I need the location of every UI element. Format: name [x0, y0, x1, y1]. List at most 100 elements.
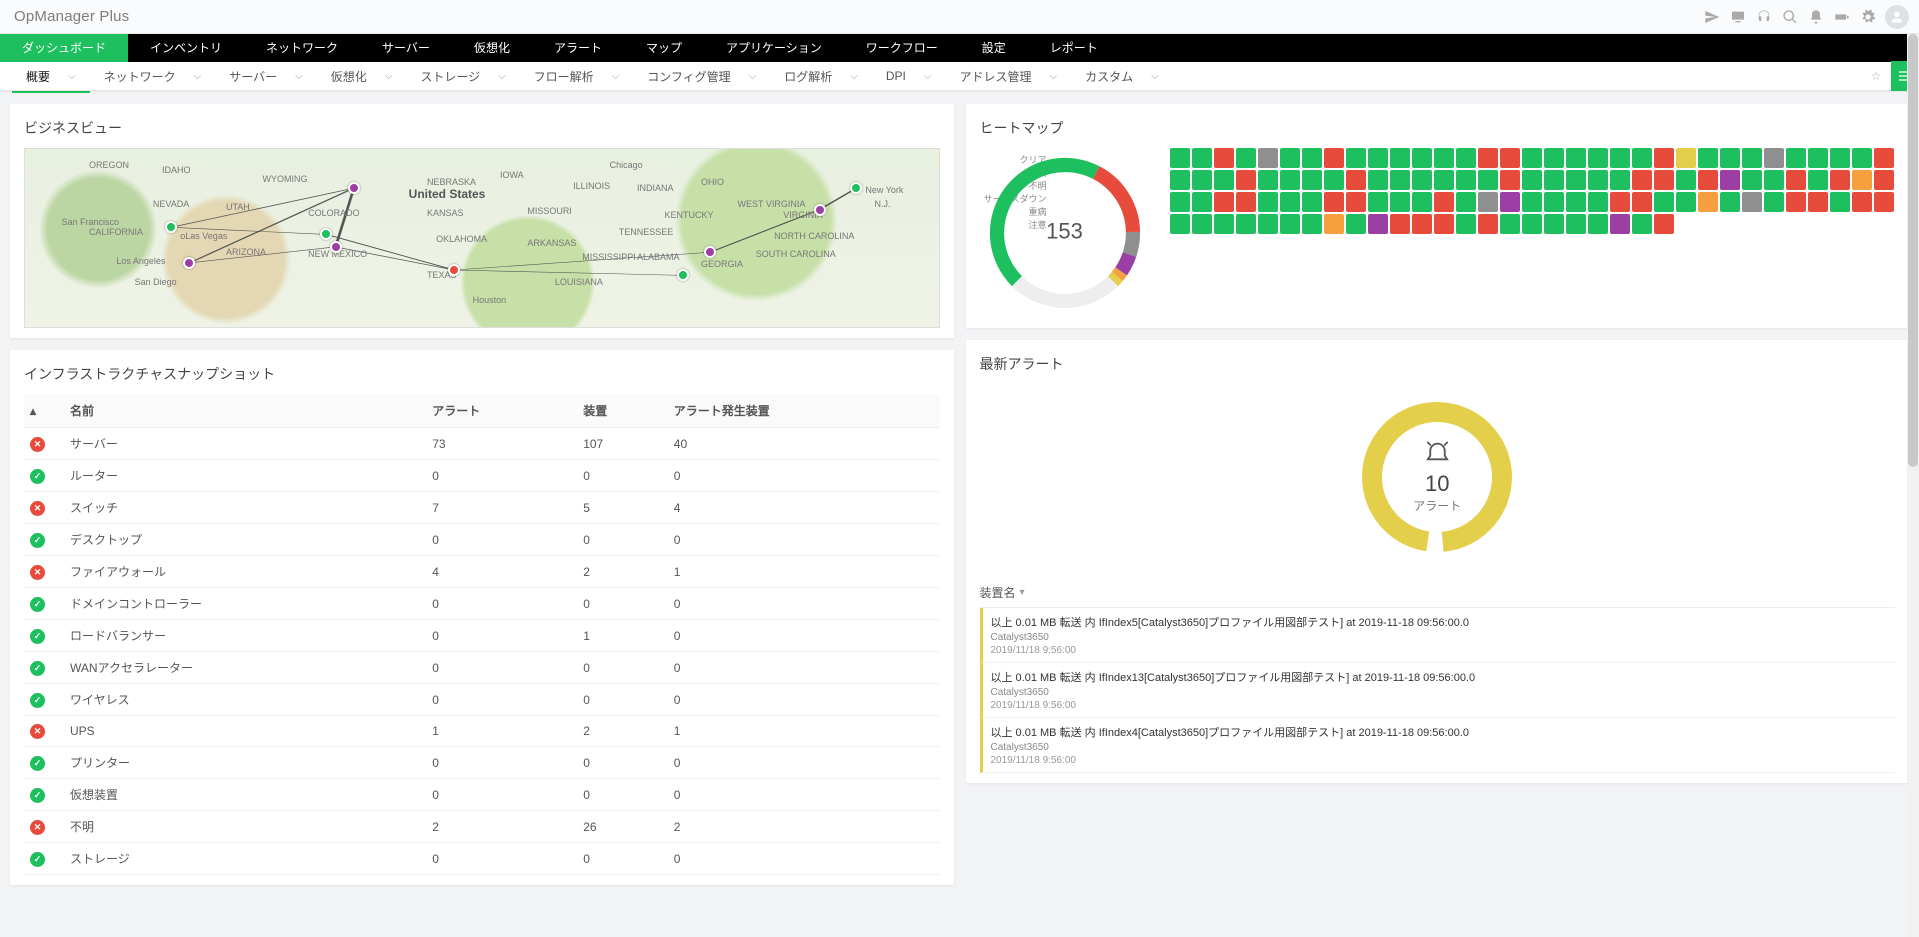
table-row[interactable]: ✕スイッチ754	[24, 492, 940, 524]
subnav-item[interactable]: アドレス管理⌵	[946, 61, 1072, 91]
heatmap-cell[interactable]	[1478, 170, 1498, 190]
heatmap-cell[interactable]	[1368, 148, 1388, 168]
heatmap-cell[interactable]	[1214, 214, 1234, 234]
heatmap-cell[interactable]	[1170, 192, 1190, 212]
heatmap-cell[interactable]	[1808, 192, 1828, 212]
heatmap-cell[interactable]	[1698, 192, 1718, 212]
heatmap-cell[interactable]	[1632, 148, 1652, 168]
subnav-item[interactable]: ネットワーク⌵	[90, 61, 216, 91]
heatmap-cell[interactable]	[1852, 192, 1872, 212]
alert-gauge[interactable]: 10 アラート	[980, 384, 1896, 578]
subnav-item[interactable]: ストレージ⌵	[406, 61, 519, 91]
heatmap-cell[interactable]	[1346, 148, 1366, 168]
heatmap-cell[interactable]	[1632, 192, 1652, 212]
heatmap-cell[interactable]	[1258, 148, 1278, 168]
heatmap-cell[interactable]	[1808, 170, 1828, 190]
heatmap-cell[interactable]	[1698, 148, 1718, 168]
map-node[interactable]	[348, 182, 360, 194]
heatmap-cell[interactable]	[1236, 214, 1256, 234]
heatmap-cell[interactable]	[1302, 170, 1322, 190]
col-status[interactable]: ▴	[24, 394, 64, 428]
col-alerts[interactable]: アラート	[426, 394, 577, 428]
heatmap-cell[interactable]	[1324, 170, 1344, 190]
heatmap-cell[interactable]	[1566, 148, 1586, 168]
col-alert-devices[interactable]: アラート発生装置	[668, 394, 940, 428]
heatmap-cell[interactable]	[1830, 148, 1850, 168]
mainnav-item[interactable]: ネットワーク	[244, 34, 360, 62]
mainnav-item[interactable]: インベントリ	[128, 34, 244, 62]
heatmap-cell[interactable]	[1544, 214, 1564, 234]
heatmap-cell[interactable]	[1588, 148, 1608, 168]
heatmap-cell[interactable]	[1170, 170, 1190, 190]
heatmap-cell[interactable]	[1236, 170, 1256, 190]
heatmap-cell[interactable]	[1412, 214, 1432, 234]
heatmap-cell[interactable]	[1654, 214, 1674, 234]
search-icon[interactable]	[1777, 0, 1803, 34]
heatmap-cell[interactable]	[1192, 148, 1212, 168]
table-row[interactable]: ✓ロードバランサー010	[24, 620, 940, 652]
table-row[interactable]: ✕UPS121	[24, 716, 940, 747]
heatmap-cell[interactable]	[1324, 148, 1344, 168]
heatmap-cell[interactable]	[1698, 170, 1718, 190]
heatmap-cell[interactable]	[1346, 170, 1366, 190]
heatmap-cell[interactable]	[1500, 214, 1520, 234]
map-node[interactable]	[330, 241, 342, 253]
subnav-item[interactable]: DPI⌵	[872, 61, 946, 91]
subnav-item[interactable]: フロー解析⌵	[520, 61, 634, 91]
subnav-item[interactable]: カスタム⌵	[1071, 61, 1173, 91]
heatmap-cell[interactable]	[1786, 170, 1806, 190]
heatmap-cell[interactable]	[1676, 148, 1696, 168]
mainnav-item[interactable]: ワークフロー	[844, 34, 960, 62]
heatmap-cell[interactable]	[1742, 170, 1762, 190]
battery-icon[interactable]	[1829, 0, 1855, 34]
col-name[interactable]: 名前	[64, 394, 426, 428]
heatmap-cell[interactable]	[1588, 170, 1608, 190]
heatmap-cell[interactable]	[1434, 192, 1454, 212]
bell-icon[interactable]	[1803, 0, 1829, 34]
heatmap-cell[interactable]	[1346, 214, 1366, 234]
mainnav-item[interactable]: アプリケーション	[704, 34, 844, 62]
heatmap-cell[interactable]	[1434, 170, 1454, 190]
heatmap-cell[interactable]	[1676, 192, 1696, 212]
table-row[interactable]: ✓仮想装置000	[24, 779, 940, 811]
heatmap-cell[interactable]	[1390, 192, 1410, 212]
heatmap-cell[interactable]	[1544, 148, 1564, 168]
heatmap-cell[interactable]	[1522, 192, 1542, 212]
table-row[interactable]: ✓ワイヤレス000	[24, 684, 940, 716]
alert-row[interactable]: 以上 0.01 MB 転送 内 IfIndex13[Catalyst3650]プ…	[980, 663, 1896, 718]
heatmap-cell[interactable]	[1500, 148, 1520, 168]
subnav-item[interactable]: サーバー⌵	[215, 61, 316, 91]
star-icon[interactable]: ☆	[1861, 61, 1891, 91]
col-devices[interactable]: 装置	[577, 394, 668, 428]
gear-icon[interactable]	[1855, 0, 1881, 34]
mainnav-item[interactable]: 設定	[960, 34, 1028, 62]
heatmap-cell[interactable]	[1434, 214, 1454, 234]
heatmap-cell[interactable]	[1434, 148, 1454, 168]
heatmap-cell[interactable]	[1236, 192, 1256, 212]
heatmap-gauge[interactable]: クリア重大不明サービスダウン重病注意 153	[980, 148, 1150, 318]
alert-row[interactable]: 以上 0.01 MB 転送 内 IfIndex4[Catalyst3650]プロ…	[980, 718, 1896, 773]
heatmap-cell[interactable]	[1500, 192, 1520, 212]
heatmap-cell[interactable]	[1610, 148, 1630, 168]
heatmap-cell[interactable]	[1390, 170, 1410, 190]
heatmap-cell[interactable]	[1764, 148, 1784, 168]
heatmap-cell[interactable]	[1720, 148, 1740, 168]
heatmap-cell[interactable]	[1214, 170, 1234, 190]
avatar[interactable]	[1885, 5, 1909, 29]
heatmap-cell[interactable]	[1786, 148, 1806, 168]
heatmap-cell[interactable]	[1764, 170, 1784, 190]
heatmap-cell[interactable]	[1280, 192, 1300, 212]
monitor-icon[interactable]	[1725, 0, 1751, 34]
heatmap-cell[interactable]	[1170, 214, 1190, 234]
heatmap-cell[interactable]	[1456, 192, 1476, 212]
mainnav-item[interactable]: ダッシュボード	[0, 34, 128, 62]
heatmap-cell[interactable]	[1588, 192, 1608, 212]
heatmap-cell[interactable]	[1214, 192, 1234, 212]
heatmap-cell[interactable]	[1720, 192, 1740, 212]
subnav-item[interactable]: 概要⌵	[12, 61, 90, 91]
heatmap-cell[interactable]	[1258, 192, 1278, 212]
table-row[interactable]: ✕不明2262	[24, 811, 940, 843]
heatmap-cell[interactable]	[1610, 170, 1630, 190]
heatmap-cell[interactable]	[1390, 148, 1410, 168]
support-icon[interactable]	[1751, 0, 1777, 34]
